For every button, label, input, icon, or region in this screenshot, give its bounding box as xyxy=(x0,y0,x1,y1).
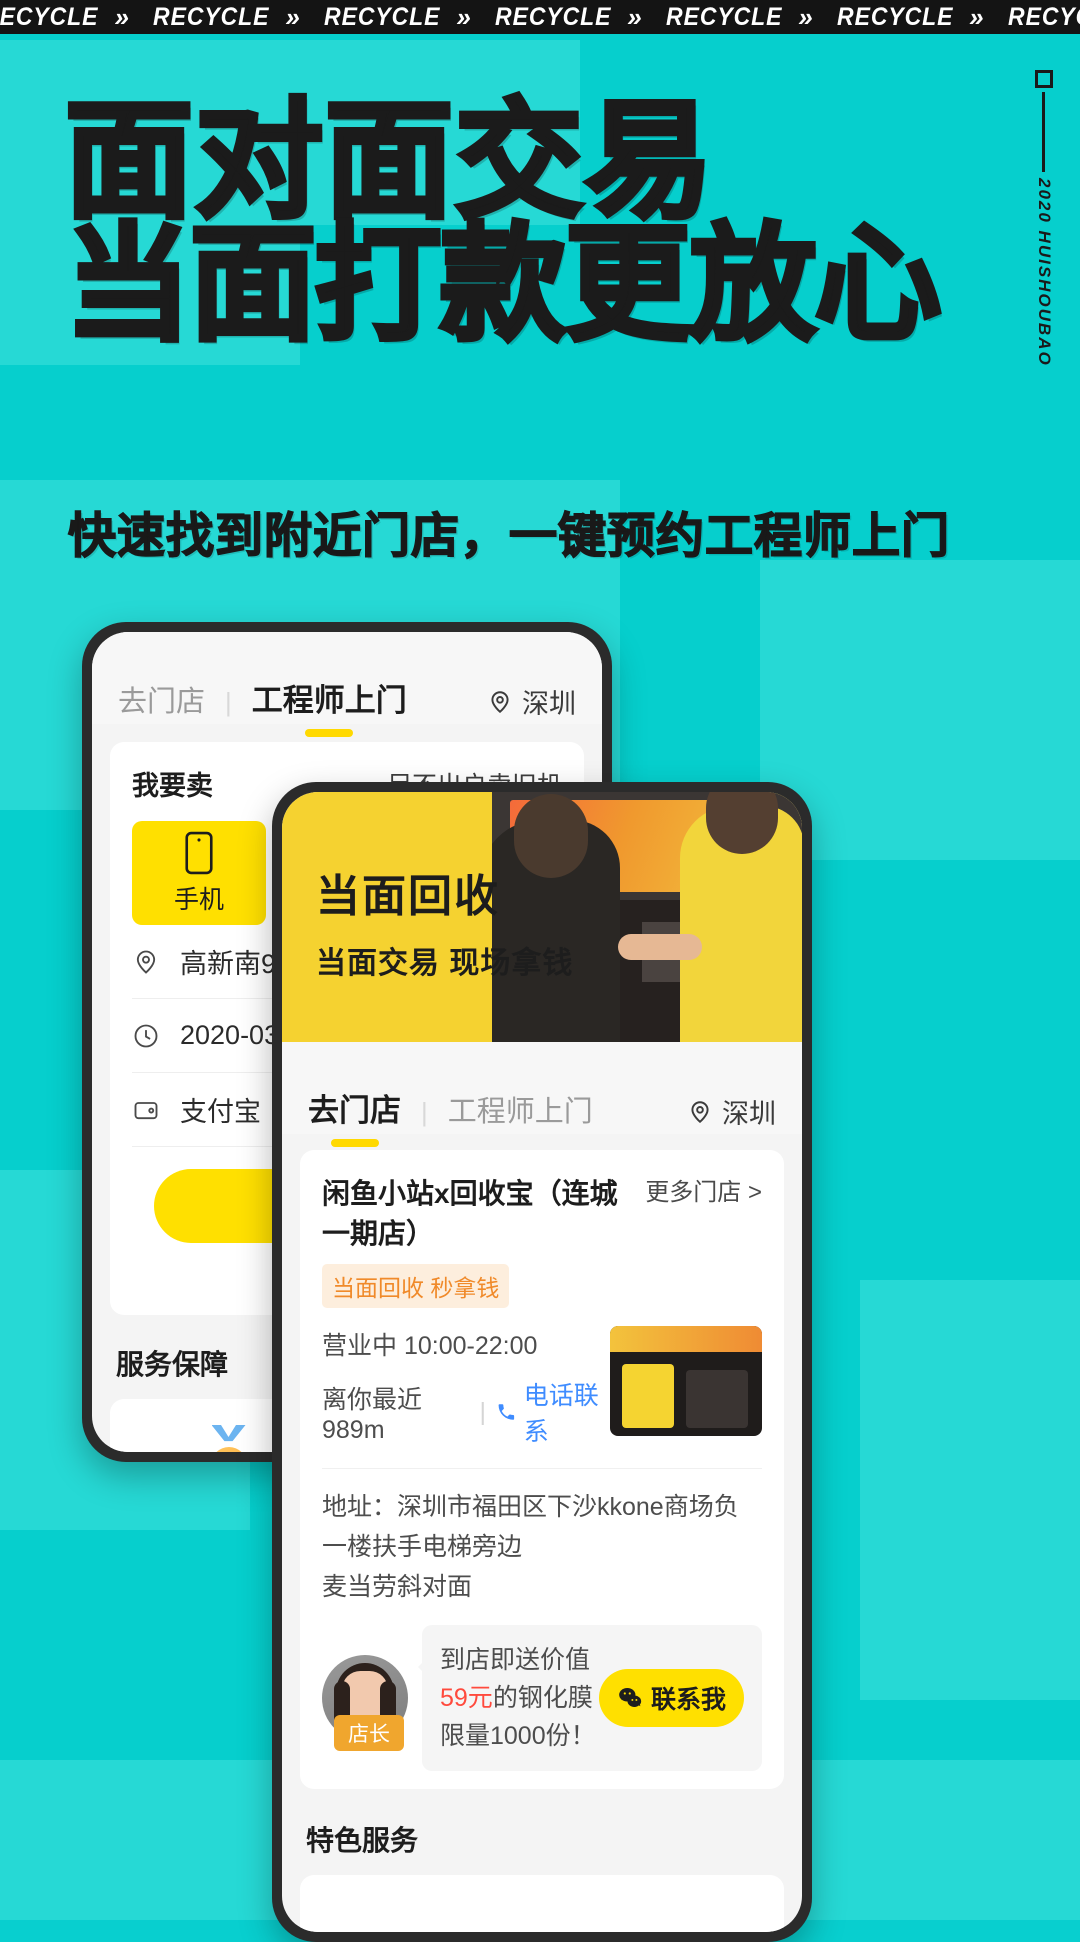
square-icon xyxy=(1035,70,1053,88)
double-chevron-icon: » xyxy=(627,1,642,32)
call-store-link[interactable]: 电话联系 xyxy=(496,1376,610,1448)
phone-mockup-front: 当面回收 当面交易 现场拿钱 去门店 | 工程师上门 深圳 闲鱼小站x回收宝（连… xyxy=(272,782,812,1942)
recycle-word: RECYCLE xyxy=(1007,2,1080,31)
phone-icon xyxy=(185,831,213,875)
person-staff xyxy=(680,792,802,1042)
feature-section-title: 特色服务 xyxy=(306,1825,419,1856)
headline-line-2: 当面打款更放心 xyxy=(63,214,944,355)
clock-icon xyxy=(134,1024,158,1047)
medal-icon: V xyxy=(200,1425,258,1452)
contact-me-button[interactable]: 联系我 xyxy=(598,1669,744,1727)
double-chevron-icon: » xyxy=(285,1,300,32)
tabbar-back: 去门店 | 工程师上门 深圳 xyxy=(92,632,602,724)
stamp-label: 2020 HUISHOUBAO xyxy=(1035,178,1054,367)
double-chevron-icon: » xyxy=(798,1,813,32)
store-distance-row: 离你最近 989m | 电话联系 xyxy=(322,1376,610,1448)
wechat-icon xyxy=(619,1688,642,1707)
store-distance: 离你最近 989m xyxy=(322,1385,423,1444)
bg-block xyxy=(860,1280,1080,1700)
inline-divider: | xyxy=(479,1397,486,1426)
location-selector-front[interactable]: 深圳 xyxy=(687,1092,776,1134)
store-tag-badge: 当面回收 秒拿钱 xyxy=(322,1264,510,1308)
recycle-word: RECYCLE xyxy=(323,2,441,31)
double-chevron-icon: » xyxy=(456,1,471,32)
tab-go-to-store[interactable]: 去门店 xyxy=(118,678,205,724)
device-label-phone: 手机 xyxy=(173,886,224,914)
location-selector-back[interactable]: 深圳 xyxy=(487,682,576,724)
hero-subheadline: 快速找到附近门店，一键预约工程师上门 xyxy=(67,509,951,563)
store-hours: 营业中 10:00-22:00 xyxy=(322,1332,538,1360)
store-hero-banner: 当面回收 当面交易 现场拿钱 xyxy=(282,792,802,1042)
tab-engineer-visit[interactable]: 工程师上门 xyxy=(252,675,407,724)
store-address-line-1: 地址：深圳市福田区下沙kkone商场负一楼扶手电梯旁边 xyxy=(322,1493,739,1561)
call-store-label: 电话联系 xyxy=(523,1382,599,1446)
promo-text-before: 到店即送价值 xyxy=(440,1646,591,1674)
store-listing-card[interactable]: 闲鱼小站x回收宝（连城一期店） 当面回收 秒拿钱 更多门店 > 营业中 10:0… xyxy=(300,1150,784,1789)
location-icon xyxy=(136,950,156,974)
recycle-marquee-banner: RECYCLE » RECYCLE » RECYCLE » RECYCLE » RECYCLE »… xyxy=(0,0,1080,34)
location-label-back: 深圳 xyxy=(522,689,576,719)
corner-stamp: 2020 HUISHOUBAO xyxy=(1032,70,1074,367)
promo-text-highlight: 59元 xyxy=(440,1684,493,1712)
device-option-phone[interactable]: 手机 xyxy=(132,821,266,925)
recycle-word: RECYCLE xyxy=(836,2,954,31)
sell-title: 我要卖 xyxy=(132,771,213,801)
tab-engineer-visit-front[interactable]: 工程师上门 xyxy=(448,1088,593,1134)
tab-go-to-store-front[interactable]: 去门店 xyxy=(308,1085,401,1134)
promo-text: 到店即送价值59元的钢化膜限量1000份！ xyxy=(440,1641,599,1755)
tab-divider: | xyxy=(421,1097,428,1127)
double-chevron-icon: » xyxy=(114,1,129,32)
store-name: 闲鱼小站x回收宝（连城一期店） xyxy=(322,1178,618,1249)
store-header: 闲鱼小站x回收宝（连城一期店） 当面回收 秒拿钱 更多门店 > xyxy=(322,1172,762,1308)
location-label-front: 深圳 xyxy=(722,1099,776,1129)
store-address: 地址：深圳市福田区下沙kkone商场负一楼扶手电梯旁边 麦当劳斜对面 xyxy=(322,1468,762,1607)
location-pin-icon xyxy=(491,690,509,713)
avatar: 店长 xyxy=(322,1655,408,1751)
phone-call-icon xyxy=(498,1404,515,1420)
promo-row: 店长 到店即送价值59元的钢化膜限量1000份！ 联系我 xyxy=(322,1625,762,1771)
location-pin-icon xyxy=(691,1100,709,1123)
hero-title: 当面回收 xyxy=(316,872,500,921)
avatar-badge: 店长 xyxy=(334,1715,404,1751)
more-stores-link[interactable]: 更多门店 > xyxy=(645,1172,762,1207)
store-address-line-2: 麦当劳斜对面 xyxy=(322,1573,473,1601)
store-detail-row: 营业中 10:00-22:00 离你最近 989m | 电话联系 xyxy=(322,1326,762,1462)
tabbar-front: 去门店 | 工程师上门 深圳 xyxy=(282,1042,802,1134)
hero-headline: 面对面交易 当面打款更放心 xyxy=(63,90,945,355)
vertical-rule xyxy=(1042,92,1045,172)
phone-screen-front: 当面回收 当面交易 现场拿钱 去门店 | 工程师上门 深圳 闲鱼小站x回收宝（连… xyxy=(282,792,802,1932)
promo-bubble: 到店即送价值59元的钢化膜限量1000份！ 联系我 xyxy=(418,1625,762,1771)
contact-me-label: 联系我 xyxy=(650,1686,726,1714)
wallet-icon xyxy=(134,1101,158,1119)
form-value-payment: 支付宝 xyxy=(180,1097,261,1127)
recycle-word: RECYCLE xyxy=(0,2,99,31)
hero-subtitle: 当面交易 现场拿钱 xyxy=(316,947,574,980)
recycle-word: RECYCLE xyxy=(152,2,270,31)
recycle-word: RECYCLE xyxy=(665,2,783,31)
store-photo-thumbnail[interactable] xyxy=(610,1326,762,1436)
feature-card[interactable] xyxy=(300,1875,784,1932)
handshake-detail xyxy=(618,934,702,960)
store-info: 营业中 10:00-22:00 离你最近 989m | 电话联系 xyxy=(322,1326,610,1462)
headline-line-1: 面对面交易 xyxy=(63,90,716,233)
double-chevron-icon: » xyxy=(969,1,984,32)
hero-text-block: 当面回收 当面交易 现场拿钱 xyxy=(316,860,573,982)
recycle-word: RECYCLE xyxy=(494,2,612,31)
tab-divider: | xyxy=(225,687,232,717)
